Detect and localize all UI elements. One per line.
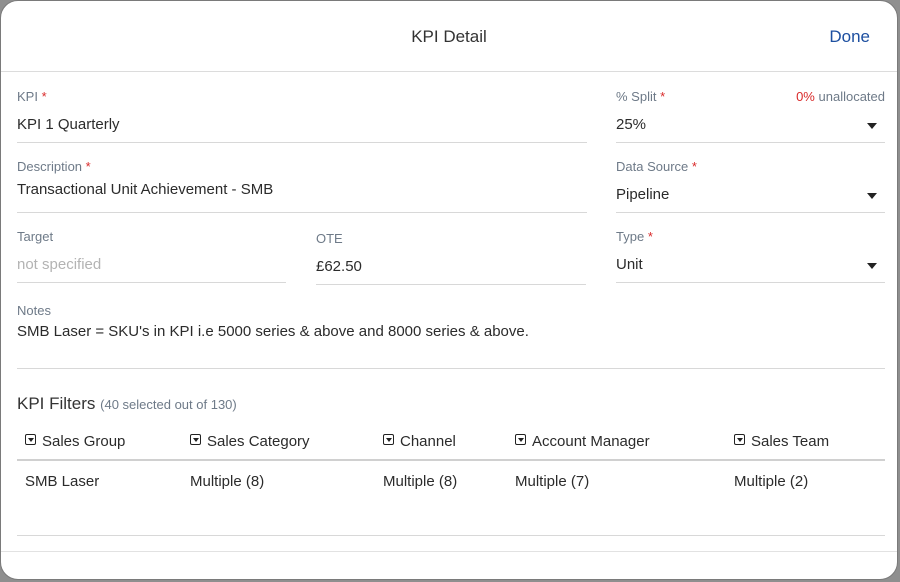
notes-value: SMB Laser = SKU's in KPI i.e 5000 series… bbox=[17, 323, 529, 340]
filter-dropdown-icon bbox=[515, 434, 526, 445]
type-label: Type * bbox=[616, 229, 653, 244]
caret-down-icon[interactable] bbox=[867, 263, 877, 269]
description-label: Description * bbox=[17, 159, 91, 174]
kpi-detail-modal: KPI Detail Done KPI * KPI 1 Quarterly % … bbox=[0, 0, 898, 580]
filter-column-sales-category[interactable]: Sales Category bbox=[190, 433, 310, 450]
split-value: 25% bbox=[616, 116, 647, 133]
type-value: Unit bbox=[616, 256, 643, 273]
description-field[interactable]: Description * Transactional Unit Achieve… bbox=[17, 159, 587, 213]
notes-label: Notes bbox=[17, 303, 51, 318]
filter-cell-account-manager[interactable]: Multiple (7) bbox=[515, 473, 589, 490]
notes-field[interactable]: Notes SMB Laser = SKU's in KPI i.e 5000 … bbox=[17, 303, 885, 369]
unallocated-indicator: 0% unallocated bbox=[796, 89, 885, 104]
kpi-label: KPI * bbox=[17, 89, 47, 104]
filter-column-sales-team[interactable]: Sales Team bbox=[734, 433, 829, 450]
filters-heading: KPI Filters (40 selected out of 130) bbox=[17, 394, 237, 413]
filter-cell-sales-category[interactable]: Multiple (8) bbox=[190, 473, 264, 490]
modal-header: KPI Detail Done bbox=[1, 1, 897, 72]
description-value: Transactional Unit Achievement - SMB bbox=[17, 181, 274, 198]
ote-value: £62.50 bbox=[316, 258, 362, 275]
data-source-value: Pipeline bbox=[616, 186, 670, 203]
filters-count: (40 selected out of 130) bbox=[100, 397, 237, 412]
page-title: KPI Detail bbox=[411, 27, 487, 46]
ote-label: OTE bbox=[316, 231, 343, 246]
divider bbox=[1, 551, 897, 552]
done-button[interactable]: Done bbox=[829, 27, 870, 47]
filter-cell-sales-team[interactable]: Multiple (2) bbox=[734, 473, 808, 490]
filter-column-account-manager[interactable]: Account Manager bbox=[515, 433, 650, 450]
ote-field[interactable]: OTE £62.50 bbox=[316, 231, 586, 285]
data-source-label: Data Source * bbox=[616, 159, 697, 174]
kpi-value: KPI 1 Quarterly bbox=[17, 116, 120, 133]
caret-down-icon[interactable] bbox=[867, 123, 877, 129]
data-source-select[interactable]: Data Source * Pipeline bbox=[616, 159, 885, 213]
filter-column-sales-group[interactable]: Sales Group bbox=[25, 433, 125, 450]
target-label: Target bbox=[17, 229, 54, 244]
filter-dropdown-icon bbox=[190, 434, 201, 445]
type-select[interactable]: Type * Unit bbox=[616, 229, 885, 283]
split-label: % Split * bbox=[616, 89, 666, 104]
filter-dropdown-icon bbox=[383, 434, 394, 445]
filter-dropdown-icon bbox=[734, 434, 745, 445]
table-row: SMB Laser Multiple (8) Multiple (8) Mult… bbox=[17, 461, 885, 536]
target-placeholder: not specified bbox=[17, 256, 102, 273]
filter-column-channel[interactable]: Channel bbox=[383, 433, 456, 450]
caret-down-icon[interactable] bbox=[867, 193, 877, 199]
filters-header-row: Sales Group Sales Category Channel Accou… bbox=[17, 427, 885, 461]
target-field[interactable]: Target not specified bbox=[17, 229, 286, 283]
split-select[interactable]: % Split * 0% unallocated 25% bbox=[616, 89, 885, 143]
filter-cell-sales-group[interactable]: SMB Laser bbox=[25, 473, 99, 490]
kpi-field[interactable]: KPI * KPI 1 Quarterly bbox=[17, 89, 587, 143]
filter-cell-channel[interactable]: Multiple (8) bbox=[383, 473, 457, 490]
filter-dropdown-icon bbox=[25, 434, 36, 445]
